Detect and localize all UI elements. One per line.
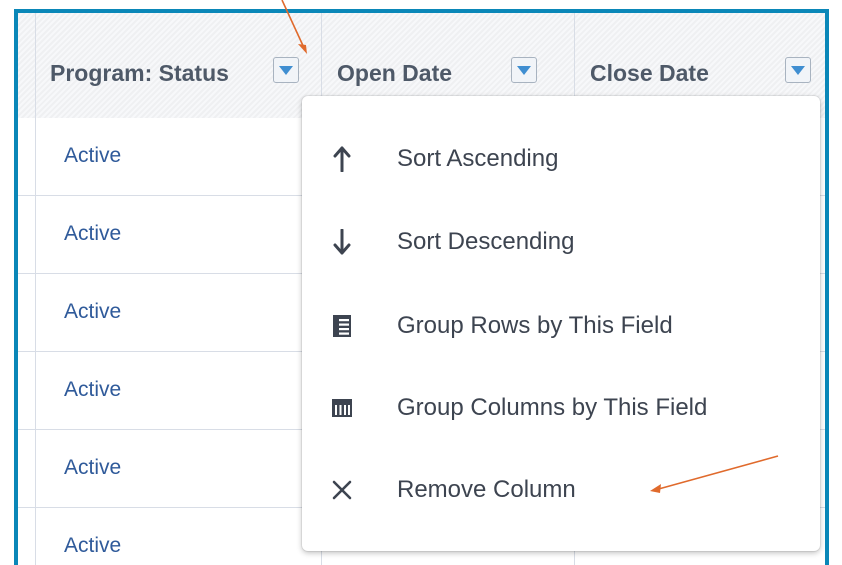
group-rows-icon <box>330 312 354 340</box>
menu-item-label: Group Columns by This Field <box>397 394 708 421</box>
status-link[interactable]: Active <box>64 222 121 246</box>
status-link[interactable]: Active <box>64 144 121 168</box>
column-header-label: Open Date <box>337 60 453 86</box>
arrow-up-icon <box>330 145 354 173</box>
column-header-label: Program: Status <box>50 60 229 86</box>
menu-item-group-rows[interactable]: Group Rows by This Field <box>302 296 820 356</box>
status-link[interactable]: Active <box>64 378 121 402</box>
chevron-down-icon <box>517 65 531 75</box>
menu-item-label: Sort Ascending <box>397 145 559 172</box>
header-gutter <box>18 13 36 118</box>
menu-item-sort-descending[interactable]: Sort Descending <box>302 212 820 272</box>
chevron-down-icon <box>279 65 293 75</box>
chevron-down-icon <box>791 65 805 75</box>
menu-item-label: Remove Column <box>397 476 576 503</box>
status-link[interactable]: Active <box>64 300 121 324</box>
menu-item-group-columns[interactable]: Group Columns by This Field <box>302 378 820 438</box>
column-menu-button[interactable] <box>273 57 299 83</box>
column-menu-button[interactable] <box>511 57 537 83</box>
group-columns-icon <box>330 394 354 422</box>
column-header-program-status[interactable]: Program: Status <box>36 13 322 118</box>
status-link[interactable]: Active <box>64 534 121 558</box>
column-options-menu: Sort Ascending Sort Descending Group Row… <box>302 96 820 551</box>
column-header-label: Close Date <box>590 60 709 86</box>
menu-item-label: Sort Descending <box>397 228 575 255</box>
menu-item-sort-ascending[interactable]: Sort Ascending <box>302 129 820 189</box>
menu-item-remove-column[interactable]: Remove Column <box>302 460 820 520</box>
column-menu-button[interactable] <box>785 57 811 83</box>
menu-item-label: Group Rows by This Field <box>397 312 673 339</box>
close-icon <box>330 476 354 504</box>
arrow-down-icon <box>330 228 354 256</box>
status-link[interactable]: Active <box>64 456 121 480</box>
